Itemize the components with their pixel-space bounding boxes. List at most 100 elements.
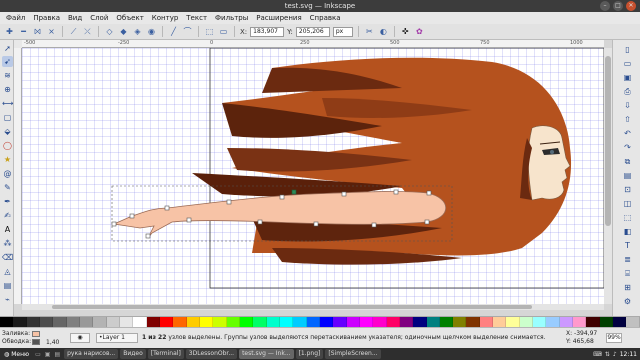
menu-filters[interactable]: Фильтры bbox=[211, 14, 252, 22]
redo-icon[interactable]: ↷ bbox=[622, 142, 633, 153]
delete-node-icon[interactable]: ━ bbox=[18, 26, 29, 37]
palette-swatch[interactable] bbox=[133, 317, 147, 327]
star-tool-icon[interactable]: ★ bbox=[2, 154, 13, 165]
dropper-tool-icon[interactable]: ⌁ bbox=[2, 294, 13, 305]
join-segment-icon[interactable]: ⟋ bbox=[68, 26, 79, 37]
palette-swatch[interactable] bbox=[253, 317, 267, 327]
menu-path[interactable]: Контур bbox=[148, 14, 183, 22]
cusp-node-icon[interactable]: ◇ bbox=[104, 26, 115, 37]
symmetric-node-icon[interactable]: ◈ bbox=[132, 26, 143, 37]
path-node[interactable] bbox=[341, 191, 347, 197]
fill-stroke-icon[interactable]: ◧ bbox=[622, 226, 633, 237]
show-path-outline-icon[interactable]: ✿ bbox=[414, 26, 425, 37]
palette-swatch[interactable] bbox=[346, 317, 360, 327]
taskbar-task[interactable]: [Terminal] bbox=[147, 349, 184, 359]
palette-swatch[interactable] bbox=[626, 317, 640, 327]
show-mask-icon[interactable]: ◐ bbox=[378, 26, 389, 37]
files-icon[interactable]: ▤ bbox=[54, 351, 60, 358]
palette-swatch[interactable] bbox=[146, 317, 160, 327]
palette-swatch[interactable] bbox=[53, 317, 67, 327]
spray-tool-icon[interactable]: ⁂ bbox=[2, 238, 13, 249]
path-node[interactable] bbox=[424, 219, 430, 225]
menu-extensions[interactable]: Расширения bbox=[252, 14, 305, 22]
taskbar-task[interactable]: [SimpleScreen... bbox=[325, 349, 381, 359]
node-tool-icon[interactable]: ➹ bbox=[2, 56, 13, 67]
palette-swatch[interactable] bbox=[493, 317, 507, 327]
text-tool-icon[interactable]: A bbox=[2, 224, 13, 235]
path-node[interactable] bbox=[279, 194, 285, 200]
measure-tool-icon[interactable]: ⟷ bbox=[2, 98, 13, 109]
palette-swatch[interactable] bbox=[546, 317, 560, 327]
maximize-icon[interactable]: □ bbox=[613, 1, 623, 11]
path-node[interactable] bbox=[371, 222, 377, 228]
palette-swatch[interactable] bbox=[573, 317, 587, 327]
scroll-thumb[interactable] bbox=[52, 305, 532, 309]
palette-swatch[interactable] bbox=[613, 317, 627, 327]
palette-swatch[interactable] bbox=[13, 317, 27, 327]
tweak-tool-icon[interactable]: ≋ bbox=[2, 70, 13, 81]
palette-swatch[interactable] bbox=[213, 317, 227, 327]
palette-swatch[interactable] bbox=[453, 317, 467, 327]
menu-object[interactable]: Объект bbox=[112, 14, 147, 22]
save-icon[interactable]: ▣ bbox=[622, 72, 633, 83]
delete-segment-icon[interactable]: ⤫ bbox=[82, 26, 93, 37]
join-nodes-icon[interactable]: ⨝ bbox=[32, 26, 43, 37]
palette-swatch[interactable] bbox=[439, 317, 454, 327]
zoom-field[interactable]: 99% bbox=[606, 333, 622, 343]
palette-swatch[interactable] bbox=[39, 317, 54, 327]
close-icon[interactable]: ✕ bbox=[626, 1, 636, 11]
menu-edit[interactable]: Правка bbox=[29, 14, 64, 22]
path-node[interactable] bbox=[111, 221, 117, 227]
align-icon[interactable]: ⊞ bbox=[622, 282, 633, 293]
scroll-thumb[interactable] bbox=[605, 56, 611, 226]
menu-view[interactable]: Вид bbox=[64, 14, 86, 22]
duplicate-icon[interactable]: ◫ bbox=[622, 198, 633, 209]
zoom-tool-icon[interactable]: ⊕ bbox=[2, 84, 13, 95]
palette-swatch[interactable] bbox=[413, 317, 427, 327]
layer-visibility-icon[interactable]: ◉ bbox=[70, 333, 90, 343]
group-icon[interactable]: ⬚ bbox=[622, 212, 633, 223]
text-font-icon[interactable]: T bbox=[622, 240, 633, 251]
path-node[interactable] bbox=[226, 199, 232, 205]
palette-swatch[interactable] bbox=[93, 317, 107, 327]
smooth-node-icon[interactable]: ◆ bbox=[118, 26, 129, 37]
paste-icon[interactable]: ▤ bbox=[622, 170, 633, 181]
palette-swatch[interactable] bbox=[186, 317, 200, 327]
zoom-fit-icon[interactable]: ⊡ bbox=[622, 184, 633, 195]
palette-swatch[interactable] bbox=[519, 317, 534, 327]
horizontal-ruler[interactable]: -500 -250 0 250 500 750 1000 bbox=[22, 40, 604, 48]
pen-tool-icon[interactable]: ✒ bbox=[2, 196, 13, 207]
network-icon[interactable]: ⇅ bbox=[605, 351, 610, 358]
vertical-ruler[interactable] bbox=[14, 48, 22, 304]
palette-swatch[interactable] bbox=[119, 317, 134, 327]
palette-swatch[interactable] bbox=[106, 317, 120, 327]
palette-swatch[interactable] bbox=[386, 317, 400, 327]
menu-help[interactable]: Справка bbox=[306, 14, 345, 22]
palette-swatch[interactable] bbox=[279, 317, 294, 327]
palette-swatch[interactable] bbox=[226, 317, 240, 327]
volume-icon[interactable]: ♪ bbox=[613, 351, 617, 358]
open-icon[interactable]: ▭ bbox=[622, 58, 633, 69]
taskbar-task[interactable]: 3DLessonObr... bbox=[185, 349, 238, 359]
start-menu-button[interactable]: ◍ Меню bbox=[0, 351, 33, 358]
x-coordinate-field[interactable]: 183,907 bbox=[250, 26, 285, 37]
rectangle-tool-icon[interactable]: ▢ bbox=[2, 112, 13, 123]
stroke-to-path-icon[interactable]: ▭ bbox=[218, 26, 229, 37]
palette-swatch[interactable] bbox=[79, 317, 94, 327]
auto-smooth-icon[interactable]: ◉ bbox=[146, 26, 157, 37]
pencil-tool-icon[interactable]: ✎ bbox=[2, 182, 13, 193]
palette-swatch[interactable] bbox=[173, 317, 187, 327]
path-node[interactable] bbox=[145, 233, 151, 239]
palette-swatch[interactable] bbox=[399, 317, 414, 327]
current-layer-select[interactable]: •Layer 1 bbox=[96, 333, 138, 343]
palette-swatch[interactable] bbox=[466, 317, 480, 327]
taskbar-task[interactable]: [1.png] bbox=[295, 349, 324, 359]
object-to-path-icon[interactable]: ⬚ bbox=[204, 26, 215, 37]
clock[interactable]: 12:11 bbox=[620, 351, 637, 358]
palette-swatch[interactable] bbox=[599, 317, 614, 327]
menu-text[interactable]: Текст bbox=[182, 14, 211, 22]
palette-swatch[interactable] bbox=[319, 317, 334, 327]
palette-swatch[interactable] bbox=[159, 317, 174, 327]
selected-node[interactable] bbox=[291, 189, 297, 195]
path-node[interactable] bbox=[186, 217, 192, 223]
